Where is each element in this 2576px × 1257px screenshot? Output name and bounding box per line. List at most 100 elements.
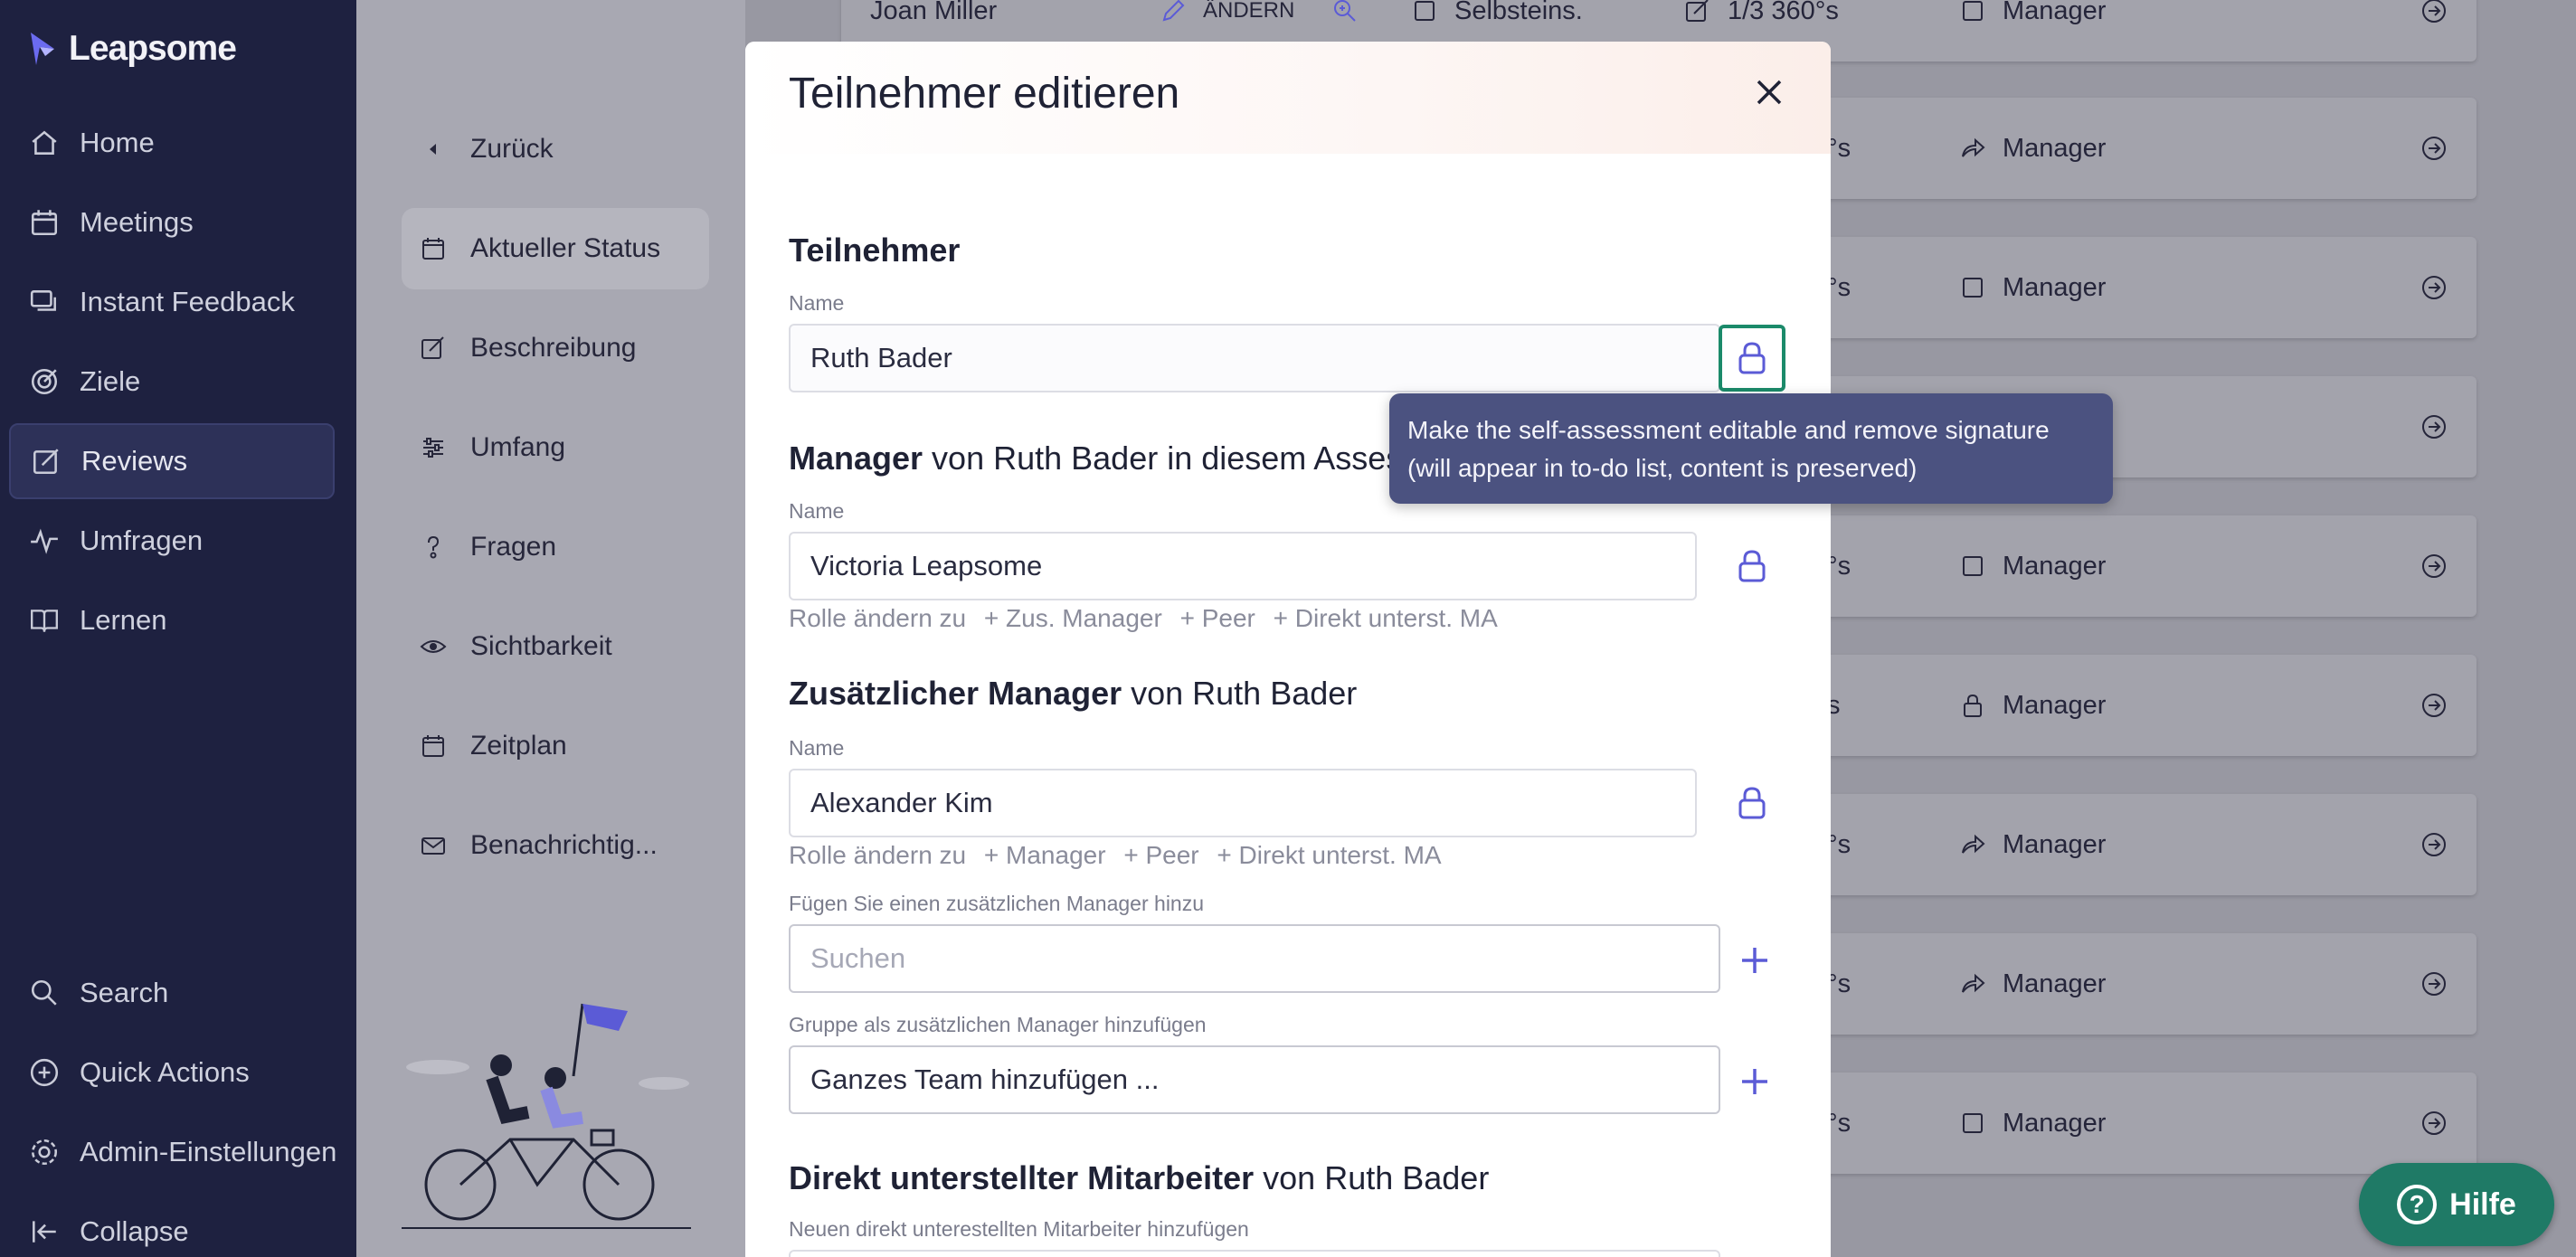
pulse-icon [31, 528, 58, 554]
add-manager-plus-button[interactable] [1737, 942, 1773, 978]
arrow-circle-right-icon [2422, 833, 2446, 856]
role-change-prefix: Rolle ändern zu [789, 841, 967, 869]
open-row-button[interactable] [2420, 0, 2448, 61]
sub-item-label: Sichtbarkeit [470, 631, 612, 661]
sub-item-schedule[interactable]: Zeitplan [402, 705, 709, 787]
sidebar-item-quick-actions[interactable]: Quick Actions [9, 1035, 335, 1111]
arrow-circle-right-icon [2422, 276, 2446, 299]
collapse-icon [33, 1221, 56, 1243]
add-team-dropdown[interactable]: Ganzes Team hinzufügen ... [789, 1045, 1720, 1114]
change-label: ÄNDERN [1203, 0, 1295, 23]
sub-item-questions[interactable]: Fragen [402, 506, 709, 588]
manager-status[interactable]: Manager [1959, 515, 2106, 617]
additional-manager-heading: Zusätzlicher Manager von Ruth Bader [789, 675, 1358, 712]
sub-item-current-status[interactable]: Aktueller Status [402, 208, 709, 289]
sidebar-item-collapse[interactable]: Collapse [9, 1194, 335, 1257]
sidebar-item-ziele[interactable]: Ziele [9, 344, 335, 420]
role-label: Manager [2003, 0, 2107, 25]
sidebar-item-label: Ziele [80, 365, 141, 397]
role-label: Manager [2003, 690, 2107, 720]
manager-status[interactable]: Manager [1959, 98, 2106, 199]
role-option-peer[interactable]: + Peer [1180, 604, 1255, 632]
additional-manager-name-field[interactable]: Alexander Kim [789, 769, 1697, 837]
additional-manager-role-change: Rolle ändern zu + Manager + Peer + Direk… [789, 841, 1453, 870]
sidebar-item-home[interactable]: Home [9, 105, 335, 181]
add-group-plus-button[interactable] [1737, 1063, 1773, 1100]
sub-item-back[interactable]: Zurück [402, 109, 709, 190]
sidebar-item-lernen[interactable]: Lernen [9, 582, 335, 658]
open-row-button[interactable] [2420, 933, 2448, 1035]
sidebar-item-instant-feedback[interactable]: Instant Feedback [9, 264, 335, 340]
role-option-peer[interactable]: + Peer [1123, 841, 1198, 869]
sub-item-label: Zeitplan [470, 731, 567, 761]
role-option-manager[interactable]: + Manager [984, 841, 1106, 869]
manager-status[interactable]: Manager [1959, 0, 2106, 61]
edit-icon [33, 449, 59, 475]
sub-item-notifications[interactable]: Benachrichtig... [402, 805, 709, 886]
home-icon [32, 130, 57, 155]
sidebar-item-label: Meetings [80, 206, 194, 238]
open-row-button[interactable] [2420, 376, 2448, 477]
additional-manager-lock-button[interactable] [1719, 770, 1785, 836]
open-row-button[interactable] [2420, 515, 2448, 617]
role-option-additional-manager[interactable]: + Zus. Manager [984, 604, 1162, 632]
role-option-direct-report[interactable]: + Direkt unterst. MA [1274, 604, 1498, 632]
manager-status[interactable]: Manager [1959, 933, 2106, 1035]
sub-item-description[interactable]: Beschreibung [402, 307, 709, 389]
sidebar-item-meetings[interactable]: Meetings [9, 184, 335, 260]
manager-status[interactable]: Manager [1959, 655, 2106, 756]
add-additional-manager-label: Fügen Sie einen zusätzlichen Manager hin… [789, 892, 1205, 915]
sidebar-item-label: Search [80, 977, 169, 1008]
add-group-label: Gruppe als zusätzlichen Manager hinzufüg… [789, 1013, 1207, 1036]
role-label: Manager [2003, 1108, 2107, 1138]
modal-header: Teilnehmer editieren [745, 42, 1831, 154]
manager-status[interactable]: Manager [1959, 237, 2106, 338]
direct-report-search-input[interactable] [789, 1250, 1720, 1257]
role-label: Manager [2003, 272, 2107, 302]
share-icon [1962, 834, 1985, 854]
pencil-icon [1162, 0, 1185, 22]
open-row-button[interactable] [2420, 655, 2448, 756]
feedback-label: 1/3 360°s [1728, 0, 1839, 25]
manager-status[interactable]: Manager [1959, 1073, 2106, 1174]
open-row-button[interactable] [2420, 794, 2448, 895]
sidebar-item-admin-settings[interactable]: Admin-Einstellungen [9, 1114, 356, 1190]
unlock-self-assessment-button[interactable] [1719, 325, 1785, 392]
role-change-prefix: Rolle ändern zu [789, 604, 967, 632]
open-row-button[interactable] [2420, 237, 2448, 338]
role-option-direct-report[interactable]: + Direkt unterst. MA [1217, 841, 1441, 869]
close-icon[interactable] [1751, 74, 1787, 110]
sidebar-item-umfragen[interactable]: Umfragen [9, 503, 335, 579]
checkbox-icon [1963, 278, 1983, 298]
calendar-icon [422, 735, 444, 757]
sidebar-item-label: Quick Actions [80, 1056, 250, 1088]
participant-name-field[interactable]: Ruth Bader [789, 324, 1720, 392]
sub-item-visibility[interactable]: Sichtbarkeit [402, 606, 709, 687]
mail-icon [421, 837, 445, 855]
sub-item-scope[interactable]: Umfang [402, 407, 709, 488]
sliders-icon [423, 438, 443, 458]
open-row-button[interactable] [2420, 98, 2448, 199]
sidebar-item-search[interactable]: Search [9, 955, 335, 1031]
manager-lock-button[interactable] [1719, 533, 1785, 600]
arrow-circle-right-icon [2422, 972, 2446, 996]
calendar-icon [422, 238, 444, 260]
open-row-button[interactable] [2420, 1073, 2448, 1174]
sidebar-item-reviews[interactable]: Reviews [9, 423, 335, 499]
sub-item-label: Beschreibung [470, 333, 637, 363]
share-icon [1962, 973, 1985, 993]
checkbox-icon [1415, 1, 1435, 21]
additional-manager-search-input[interactable]: Suchen [789, 924, 1720, 993]
help-label: Hilfe [2449, 1186, 2516, 1222]
manager-status[interactable]: Manager [1959, 794, 2106, 895]
book-icon [31, 610, 58, 632]
eye-icon [420, 640, 447, 653]
lock-icon [1964, 694, 1982, 717]
share-icon [1962, 137, 1985, 157]
checkbox-icon [1963, 556, 1983, 576]
leapsome-logo[interactable]: Leapsome [27, 29, 237, 69]
manager-name-field[interactable]: Victoria Leapsome [789, 532, 1697, 600]
manager-role-change: Rolle ändern zu + Zus. Manager + Peer + … [789, 604, 1509, 633]
help-button[interactable]: ? Hilfe [2359, 1163, 2554, 1246]
self-label: Selbsteins. [1454, 0, 1583, 25]
